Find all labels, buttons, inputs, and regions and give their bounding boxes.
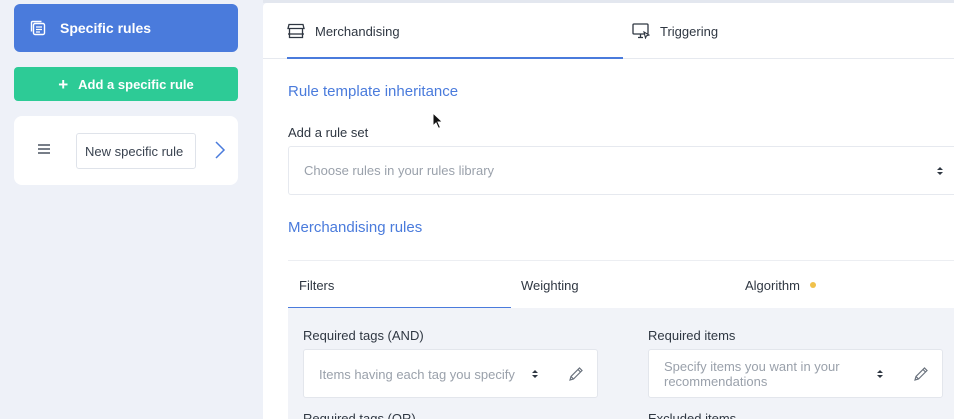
sidebar: Specific rules + Add a specific rule	[0, 0, 252, 419]
tab-algorithm[interactable]: Algorithm	[745, 261, 816, 309]
tab-triggering-label: Triggering	[660, 23, 719, 39]
main-panel: Merchandising Triggering Rule template i…	[263, 3, 954, 419]
specific-rules-title: Specific rules	[60, 20, 152, 36]
pencil-icon[interactable]	[568, 366, 584, 382]
plus-icon: +	[58, 74, 69, 94]
specific-rule-name-input[interactable]	[76, 133, 196, 169]
add-rule-set-label: Add a rule set	[288, 125, 369, 140]
required-tags-and-placeholder: Items having each tag you specify	[319, 367, 515, 382]
select-arrows-icon	[877, 370, 883, 378]
tab-filters[interactable]: Filters	[299, 261, 334, 309]
required-tags-and-select[interactable]: Items having each tag you specify	[303, 349, 598, 398]
required-items-select[interactable]: Specify items you want in your recommend…	[648, 349, 943, 398]
store-icon	[287, 23, 305, 39]
excluded-items-label: Excluded items	[648, 411, 737, 419]
required-items-label: Required items	[648, 328, 736, 343]
tab-triggering[interactable]: Triggering	[632, 3, 718, 59]
monitor-icon	[632, 23, 650, 39]
algorithm-status-dot	[809, 282, 816, 288]
select-arrows-icon	[937, 167, 943, 175]
drag-handle-icon[interactable]	[38, 144, 50, 154]
tab-weighting-label: Weighting	[521, 277, 579, 293]
tab-algorithm-label: Algorithm	[745, 277, 800, 293]
tab-filters-label: Filters	[299, 277, 335, 293]
tab-merchandising[interactable]: Merchandising	[287, 3, 400, 59]
specific-rules-header[interactable]: Specific rules	[14, 4, 238, 52]
main-tabs: Merchandising Triggering	[263, 3, 954, 59]
merchandising-rules-title: Merchandising rules	[288, 219, 423, 236]
add-specific-rule-label: Add a specific rule	[78, 76, 194, 92]
select-arrows-icon	[532, 370, 538, 378]
rule-set-select[interactable]: Choose rules in your rules library	[288, 146, 954, 195]
required-tags-or-label: Required tags (OR)	[303, 411, 416, 419]
tab-weighting[interactable]: Weighting	[521, 261, 579, 309]
add-specific-rule-button[interactable]: + Add a specific rule	[14, 67, 238, 101]
mouse-cursor-icon	[432, 112, 444, 130]
rule-set-select-placeholder: Choose rules in your rules library	[304, 163, 495, 178]
merch-sub-tabs: Filters Weighting Algorithm	[288, 260, 954, 309]
filters-panel: Required tags (AND) Required items Items…	[288, 308, 954, 419]
pencil-icon[interactable]	[913, 366, 929, 382]
required-tags-and-label: Required tags (AND)	[303, 328, 424, 343]
rule-template-inheritance-title: Rule template inheritance	[288, 83, 459, 100]
chevron-right-icon[interactable]	[214, 140, 226, 160]
copy-stack-icon	[30, 20, 46, 36]
tab-merchandising-label: Merchandising	[315, 23, 400, 39]
specific-rule-card	[14, 116, 238, 185]
required-items-placeholder: Specify items you want in your recommend…	[664, 359, 840, 389]
active-tab-underline	[287, 57, 623, 59]
